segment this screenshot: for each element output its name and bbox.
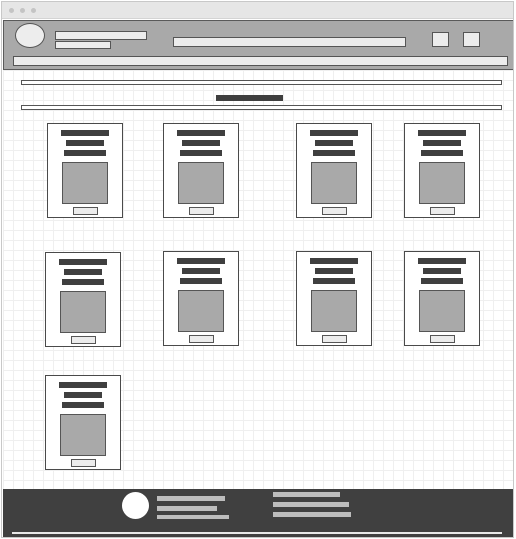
- footer-link-placeholder[interactable]: [273, 492, 340, 497]
- section-heading-placeholder: [216, 95, 283, 101]
- card-subtitle-line: [62, 279, 104, 285]
- card-subtitle-line: [62, 402, 104, 408]
- product-card[interactable]: [45, 252, 121, 347]
- footer-link-placeholder[interactable]: [157, 506, 217, 511]
- card-title-line: [310, 130, 358, 136]
- card-subtitle-line: [315, 140, 353, 146]
- card-button[interactable]: [430, 207, 455, 215]
- divider-top: [21, 80, 502, 85]
- footer-logo-icon[interactable]: [122, 492, 149, 519]
- site-header: [3, 20, 513, 70]
- product-card[interactable]: [296, 123, 372, 218]
- card-title-line: [61, 130, 109, 136]
- card-image-placeholder: [311, 290, 357, 332]
- card-subtitle-line: [421, 150, 463, 156]
- card-image-placeholder: [419, 162, 465, 204]
- product-card[interactable]: [163, 123, 239, 218]
- card-button[interactable]: [71, 459, 96, 467]
- window-titlebar: [2, 2, 513, 19]
- site-footer: [3, 489, 513, 537]
- site-title-placeholder: [55, 31, 147, 40]
- product-card[interactable]: [45, 375, 121, 470]
- card-image-placeholder: [178, 290, 224, 332]
- card-subtitle-line: [313, 150, 355, 156]
- card-image-placeholder: [60, 291, 106, 333]
- card-button[interactable]: [430, 335, 455, 343]
- card-title-line: [310, 258, 358, 264]
- card-subtitle-line: [315, 268, 353, 274]
- card-image-placeholder: [62, 162, 108, 204]
- card-image-placeholder: [419, 290, 465, 332]
- product-card[interactable]: [163, 251, 239, 346]
- card-image-placeholder: [178, 162, 224, 204]
- nav-bar[interactable]: [13, 56, 508, 66]
- card-button[interactable]: [189, 207, 214, 215]
- card-subtitle-line: [66, 140, 104, 146]
- card-title-line: [418, 258, 466, 264]
- window-minimize-dot-icon[interactable]: [20, 8, 25, 13]
- card-subtitle-line: [180, 150, 222, 156]
- card-title-line: [177, 130, 225, 136]
- footer-link-placeholder[interactable]: [157, 515, 229, 519]
- card-title-line: [418, 130, 466, 136]
- card-button[interactable]: [322, 335, 347, 343]
- card-subtitle-line: [64, 392, 102, 398]
- divider-bottom: [21, 105, 502, 110]
- browser-window: [1, 1, 514, 538]
- footer-link-placeholder[interactable]: [157, 496, 225, 501]
- card-subtitle-line: [182, 268, 220, 274]
- card-button[interactable]: [73, 207, 98, 215]
- site-tagline-placeholder: [55, 41, 111, 49]
- card-button[interactable]: [71, 336, 96, 344]
- search-input[interactable]: [173, 37, 406, 47]
- window-close-dot-icon[interactable]: [9, 8, 14, 13]
- card-title-line: [59, 382, 107, 388]
- card-subtitle-line: [423, 268, 461, 274]
- footer-link-placeholder[interactable]: [273, 502, 349, 507]
- footer-link-placeholder[interactable]: [273, 512, 351, 517]
- header-button-2[interactable]: [463, 32, 480, 47]
- product-card[interactable]: [404, 251, 480, 346]
- avatar[interactable]: [15, 23, 45, 48]
- product-card[interactable]: [404, 123, 480, 218]
- card-subtitle-line: [180, 278, 222, 284]
- card-title-line: [59, 259, 107, 265]
- card-title-line: [177, 258, 225, 264]
- product-card[interactable]: [296, 251, 372, 346]
- card-subtitle-line: [64, 269, 102, 275]
- card-button[interactable]: [189, 335, 214, 343]
- header-button-1[interactable]: [432, 32, 449, 47]
- card-image-placeholder: [60, 414, 106, 456]
- card-subtitle-line: [64, 150, 106, 156]
- card-subtitle-line: [182, 140, 220, 146]
- card-image-placeholder: [311, 162, 357, 204]
- card-subtitle-line: [421, 278, 463, 284]
- product-card[interactable]: [47, 123, 123, 218]
- card-subtitle-line: [423, 140, 461, 146]
- card-subtitle-line: [313, 278, 355, 284]
- window-maximize-dot-icon[interactable]: [31, 8, 36, 13]
- footer-divider: [12, 532, 502, 534]
- card-button[interactable]: [322, 207, 347, 215]
